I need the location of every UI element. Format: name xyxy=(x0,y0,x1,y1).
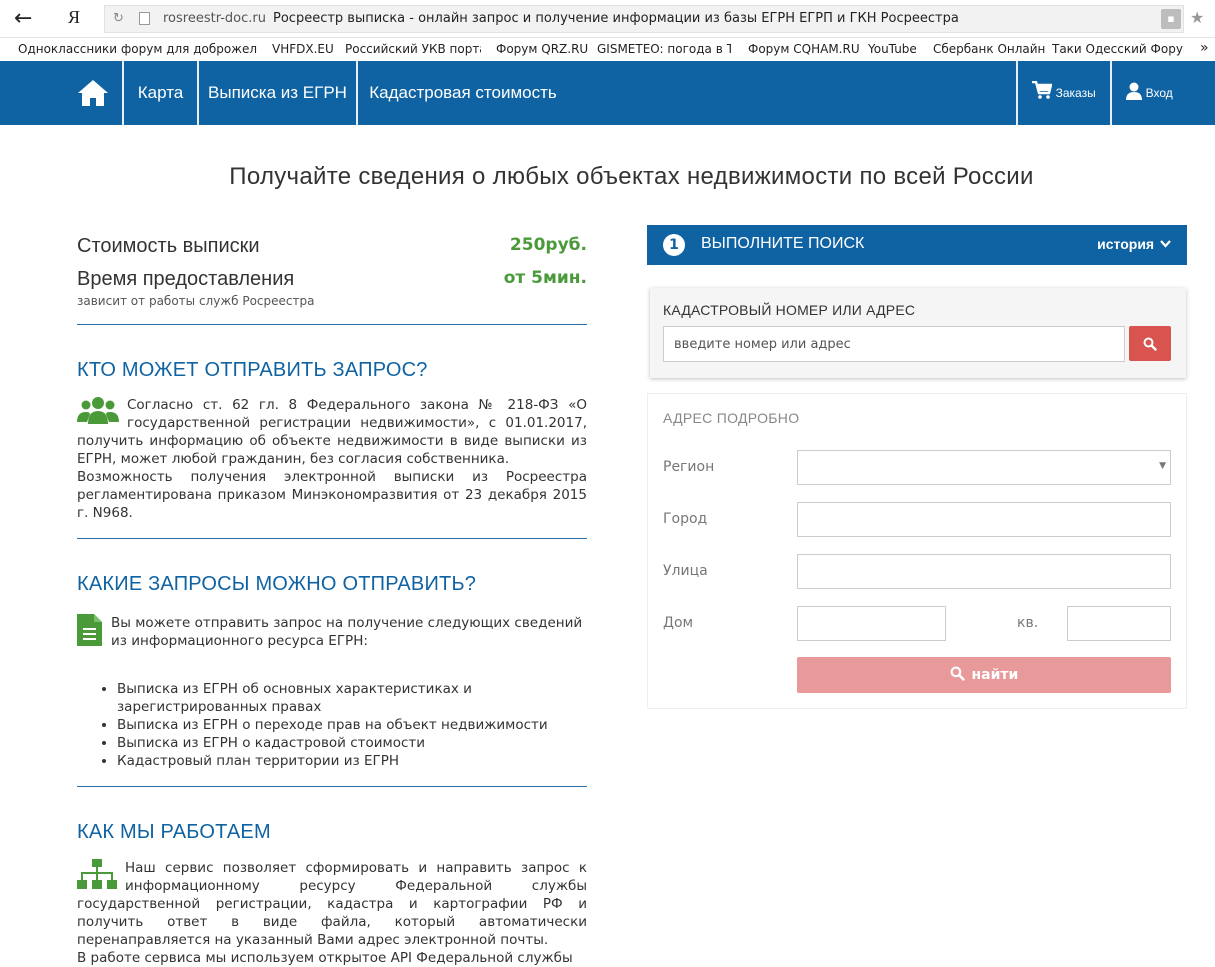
list-item: Кадастровый план территории из ЕГРН xyxy=(117,752,587,770)
house-input[interactable] xyxy=(797,606,946,641)
who-paragraph-1: Согласно ст. 62 гл. 8 Федерального закон… xyxy=(77,397,587,467)
bookmark-star-icon[interactable]: ★ xyxy=(1190,8,1204,27)
bookmark-item[interactable]: VHFDX.EU xyxy=(272,42,334,56)
address-detail-card: АДРЕС ПОДРОБНО Регион ▼ Город Улица Дом … xyxy=(647,393,1187,709)
apartment-label: кв. xyxy=(1017,615,1039,631)
what-title: КАКИЕ ЗАПРОСЫ МОЖНО ОТПРАВИТЬ? xyxy=(77,573,477,595)
site-navbar: Карта Выписка из ЕГРН Кадастровая стоимо… xyxy=(0,61,1215,125)
apartment-input[interactable] xyxy=(1067,606,1171,641)
info-column: Стоимость выписки 250руб. Время предоста… xyxy=(77,230,587,967)
nav-orders-link[interactable]: Заказы xyxy=(1018,61,1110,125)
bookmark-item[interactable]: Российский УКВ портал xyxy=(345,42,481,56)
chevron-down-icon xyxy=(1160,240,1171,248)
bookmark-item[interactable]: GISMETEO: погода в Т xyxy=(597,42,731,56)
home-button[interactable] xyxy=(63,61,123,125)
search-icon xyxy=(950,666,965,681)
street-label: Улица xyxy=(663,563,708,579)
bookmark-item[interactable]: Сбербанк Онлайн xyxy=(933,42,1045,56)
bookmark-item[interactable]: Форум CQHAM.RU xyxy=(748,42,860,56)
divider xyxy=(77,324,587,325)
history-label: история xyxy=(1097,236,1155,252)
bookmark-item[interactable]: Одноклассники xyxy=(18,42,117,56)
nav-map-link[interactable]: Карта xyxy=(124,61,197,125)
dropdown-arrow-icon: ▼ xyxy=(1159,461,1166,471)
nav-cadastral-link[interactable]: Кадастровая стоимость xyxy=(358,61,568,125)
list-item: Выписка из ЕГРН о переходе прав на объек… xyxy=(117,716,587,734)
orders-label: Заказы xyxy=(1055,86,1096,100)
page-title-text: Росреестр выписка - онлайн запрос и полу… xyxy=(273,11,959,26)
lock-icon[interactable]: ▪ xyxy=(1161,9,1181,29)
login-label: Вход xyxy=(1145,86,1173,100)
cadastral-label: КАДАСТРОВЫЙ НОМЕР ИЛИ АДРЕС xyxy=(663,302,916,318)
how-paragraph-1: Наш сервис позволяет сформировать и напр… xyxy=(77,860,587,948)
step-number: 1 xyxy=(663,234,685,256)
cadastral-search-input[interactable] xyxy=(663,326,1125,362)
list-item: Выписка из ЕГРН об основных характеристи… xyxy=(117,680,587,716)
bookmark-item[interactable]: Форум QRZ.RU xyxy=(496,42,588,56)
url-field[interactable]: ↻ rosreestr-doc.ru Росреестр выписка - о… xyxy=(104,5,1184,33)
search-title: ВЫПОЛНИТЕ ПОИСК xyxy=(701,235,865,252)
region-label: Регион xyxy=(663,459,715,475)
reload-icon[interactable]: ↻ xyxy=(113,11,124,26)
cadastral-search-card: КАДАСТРОВЫЙ НОМЕР ИЛИ АДРЕС xyxy=(650,288,1186,378)
cost-label: Стоимость выписки xyxy=(77,235,260,257)
page-headline: Получайте сведения о любых объектах недв… xyxy=(229,163,1034,190)
street-input[interactable] xyxy=(797,554,1171,589)
divider xyxy=(77,786,587,787)
bookmarks-bar: Одноклассники форум для доброжела VHFDX.… xyxy=(0,38,1215,61)
time-value: от 5мин. xyxy=(503,268,587,288)
bookmark-item[interactable]: Таки Одесский Форум xyxy=(1052,42,1184,56)
sitemap-icon xyxy=(77,859,117,889)
list-item: Выписка из ЕГРН о кадастровой стоимости xyxy=(117,734,587,752)
yandex-logo-icon[interactable]: Я xyxy=(68,7,80,28)
history-dropdown[interactable]: история xyxy=(1097,236,1171,252)
search-header: 1 ВЫПОЛНИТЕ ПОИСК история xyxy=(647,225,1187,265)
back-arrow-icon[interactable]: ← xyxy=(14,6,32,31)
divider xyxy=(77,538,587,539)
bookmark-item[interactable]: форум для доброжела xyxy=(121,42,257,56)
search-icon xyxy=(1143,337,1157,351)
request-types-list: Выписка из ЕГРН об основных характеристи… xyxy=(117,680,587,770)
how-title: КАК МЫ РАБОТАЕМ xyxy=(77,821,271,843)
user-icon xyxy=(1126,82,1143,100)
time-label: Время предоставления xyxy=(77,268,295,290)
bookmarks-more-icon[interactable]: » xyxy=(1200,40,1209,56)
cadastral-search-button[interactable] xyxy=(1129,326,1171,361)
bookmark-item[interactable]: YouTube xyxy=(868,42,917,56)
document-icon xyxy=(77,614,102,646)
what-intro: Вы можете отправить запрос на получение … xyxy=(111,615,583,649)
who-title: КТО МОЖЕТ ОТПРАВИТЬ ЗАПРОС? xyxy=(77,359,428,381)
time-note: зависит от работы служб Росреестра xyxy=(77,294,315,308)
browser-address-bar: ← Я ↻ rosreestr-doc.ru Росреестр выписка… xyxy=(0,0,1215,38)
page-icon xyxy=(139,12,150,25)
how-text: Наш сервис позволяет сформировать и напр… xyxy=(77,859,587,967)
home-icon xyxy=(78,80,108,106)
find-button[interactable]: найти xyxy=(797,657,1171,693)
city-input[interactable] xyxy=(797,502,1171,537)
nav-login-link[interactable]: Вход xyxy=(1112,61,1187,125)
what-text: Вы можете отправить запрос на получение … xyxy=(77,614,587,650)
price-row: Стоимость выписки 250руб. xyxy=(77,230,587,263)
nav-egrn-link[interactable]: Выписка из ЕГРН xyxy=(199,61,356,125)
region-select[interactable]: ▼ xyxy=(797,450,1171,485)
cost-value: 250руб. xyxy=(509,235,587,255)
time-row: Время предоставления от 5мин. xyxy=(77,263,587,296)
city-label: Город xyxy=(663,511,708,527)
who-paragraph-2: Возможность получения электронной выписк… xyxy=(77,469,587,521)
house-label: Дом xyxy=(663,615,694,631)
url-domain: rosreestr-doc.ru xyxy=(163,11,266,26)
find-label: найти xyxy=(971,667,1019,683)
who-text: Согласно ст. 62 гл. 8 Федерального закон… xyxy=(77,396,587,522)
how-paragraph-2: В работе сервиса мы используем открытое … xyxy=(77,950,573,966)
users-icon xyxy=(77,397,119,424)
cart-icon xyxy=(1032,80,1053,99)
address-detail-title: АДРЕС ПОДРОБНО xyxy=(663,410,800,426)
